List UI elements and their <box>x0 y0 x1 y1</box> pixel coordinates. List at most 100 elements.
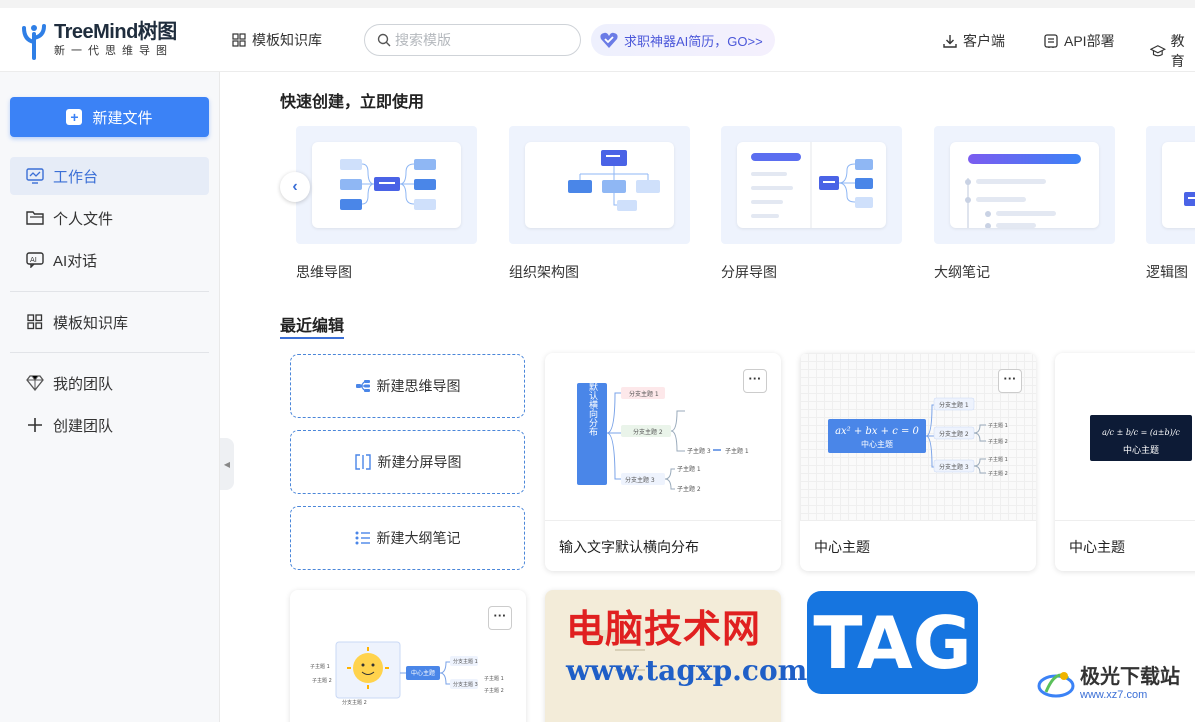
chevron-left-icon: ‹ <box>292 178 298 195</box>
edu-label: 教育 <box>1170 33 1185 69</box>
quick-create-label: 组织架构图 <box>509 264 579 280</box>
file-thumbnail: ax² + bx + c = 0 中心主题 分支主题 1 分支主题 2 分支主题… <box>800 353 1036 521</box>
thumb-center-text: 中心主题 <box>411 669 435 677</box>
file-card[interactable]: a/c ± b/c = (a±b)/c 中心主题 中心主题 <box>1055 353 1195 571</box>
sidebar-item-my-team[interactable]: 我的团队 <box>10 364 209 402</box>
thumb-sub-1: 子主题 1 <box>988 456 1008 463</box>
search-icon <box>377 33 391 47</box>
new-file-button[interactable]: + 新建文件 <box>10 97 209 137</box>
more-options-button[interactable]: ··· <box>998 369 1022 393</box>
thumb-formula: a/c ± b/c = (a±b)/c <box>1102 428 1180 437</box>
plus-file-icon: + <box>66 109 83 125</box>
recent-edits-title: 最近编辑 <box>280 318 345 335</box>
nav-templates-label: 模板知识库 <box>252 32 322 48</box>
mindmap-icon <box>355 380 370 392</box>
logo-title: TreeMind树图 <box>54 21 177 43</box>
client-download-link[interactable]: 客户端 <box>942 31 1005 51</box>
promo-banner[interactable]: 求职神器AI简历，GO>> <box>591 24 775 56</box>
tree-logo-icon <box>18 20 50 60</box>
quick-create-card-org-chart[interactable] <box>509 126 690 244</box>
api-label: API部署 <box>1064 33 1115 49</box>
edu-link[interactable]: 教育 <box>1150 31 1195 71</box>
thumb-branch-2: 分支主题 2 <box>939 430 969 438</box>
more-options-button[interactable]: ··· <box>743 369 767 393</box>
sidebar-item-label: 我的团队 <box>53 375 114 393</box>
sidebar-collapse-handle[interactable]: ◀ <box>220 438 234 490</box>
thumb-branch-2: 分支主题 2 <box>633 428 663 436</box>
sidebar-item-templates[interactable]: 模板知识库 <box>10 303 209 341</box>
quick-create-card-mindmap[interactable] <box>296 126 477 244</box>
thumb-sub-1: 子主题 1 <box>484 675 504 682</box>
thumb-sub-2: 子主题 2 <box>988 438 1008 445</box>
thumb-formula: ax² + bx + c = 0 <box>835 426 919 437</box>
file-thumbnail: 中心主题 分支主题 1 分支主题 3 子主题 1 子主题 2 子主题 1 子主题… <box>290 590 526 722</box>
window-top-strip <box>0 0 1195 8</box>
file-thumbnail: a/c ± b/c = (a±b)/c 中心主题 <box>1055 353 1195 521</box>
watermark-brand: 极光下载站 www.xz7.com <box>1036 664 1180 704</box>
new-split-map-label: 新建分屏导图 <box>377 454 462 470</box>
sidebar-item-personal-files[interactable]: 个人文件 <box>10 199 209 237</box>
aurora-logo-icon <box>1037 672 1075 698</box>
thumb-sub-2: 子主题 2 <box>484 687 504 694</box>
sidebar-item-create-team[interactable]: 创建团队 <box>10 406 209 444</box>
sidebar-divider <box>10 291 209 292</box>
quick-create-card-outline[interactable] <box>934 126 1115 244</box>
thumb-branch-1: 分支主题 1 <box>629 390 659 398</box>
plus-icon <box>28 418 42 432</box>
top-header: TreeMind树图 新一代思维导图 模板知识库 求职神器AI简历，GO>> 客… <box>0 8 1195 72</box>
quick-create-label: 分屏导图 <box>721 264 777 280</box>
thumb-branch-3: 分支主题 3 <box>625 476 655 484</box>
file-card[interactable]: ax² + bx + c = 0 中心主题 分支主题 1 分支主题 2 分支主题… <box>800 353 1036 571</box>
graduation-cap-icon <box>1150 45 1166 57</box>
sidebar-item-ai-chat[interactable]: AI AI对话 <box>10 241 209 279</box>
thumb-branch-1: 分支主题 1 <box>453 658 478 665</box>
quick-create-label: 大纲笔记 <box>934 264 990 280</box>
thumb-sub-2: 子主题 2 <box>677 485 701 493</box>
new-outline-button[interactable]: 新建大纲笔记 <box>290 506 525 570</box>
thumb-branch-1: 分支主题 1 <box>939 401 969 409</box>
file-card[interactable]: 中心主题 分支主题 1 分支主题 3 子主题 1 子主题 2 子主题 1 子主题… <box>290 590 526 722</box>
file-card[interactable]: 输入文字默认横向分布 分支主题 1 分支主题 2 分支主题 3 子主题 3 子主… <box>545 353 781 571</box>
thumb-sub-1: 子主题 1 <box>310 663 330 670</box>
nav-templates-link[interactable]: 模板知识库 <box>232 30 322 50</box>
new-mindmap-label: 新建思维导图 <box>376 378 461 394</box>
watermark-tag-logo: TAG <box>807 591 978 694</box>
sidebar-divider <box>10 352 209 353</box>
thumb-branch-3: 分支主题 3 <box>453 681 478 688</box>
more-options-button[interactable]: ··· <box>488 606 512 630</box>
sidebar-item-label: AI对话 <box>53 252 98 270</box>
search-input[interactable] <box>395 32 565 48</box>
quick-create-label: 逻辑图 <box>1146 264 1188 280</box>
list-icon <box>355 531 370 545</box>
new-file-label: 新建文件 <box>92 109 153 127</box>
new-split-map-button[interactable]: 新建分屏导图 <box>290 430 525 494</box>
watermark-site-name: 电脑技术网 <box>566 606 762 651</box>
thumb-sub-1: 子主题 1 <box>677 465 701 473</box>
search-box[interactable] <box>364 24 581 56</box>
api-deploy-link[interactable]: API部署 <box>1043 31 1115 51</box>
recent-edits-underline <box>280 337 344 339</box>
new-outline-label: 新建大纲笔记 <box>376 530 461 546</box>
file-name: 中心主题 <box>1069 539 1125 555</box>
new-mindmap-button[interactable]: 新建思维导图 <box>290 354 525 418</box>
logo-subtitle: 新一代思维导图 <box>54 45 173 57</box>
sidebar-item-workspace[interactable]: 工作台 <box>10 157 209 195</box>
logo[interactable]: TreeMind树图 新一代思维导图 <box>18 20 177 60</box>
folder-icon <box>26 211 44 225</box>
sidebar: + 新建文件 工作台 个人文件 AI AI对话 模板知识库 我的团队 创建团队 <box>0 72 220 722</box>
client-label: 客户端 <box>963 33 1005 49</box>
monitor-icon <box>26 168 44 184</box>
sidebar-item-label: 个人文件 <box>53 210 114 228</box>
heart-badge-icon <box>600 32 618 48</box>
carousel-prev-button[interactable]: ‹ <box>280 172 310 202</box>
thumb-branch-3: 分支主题 3 <box>939 463 969 471</box>
watermark-site-url: www.tagxp.com <box>566 654 808 687</box>
thumb-center-text: 中心主题 <box>1123 444 1159 456</box>
thumb-sub-1: 子主题 1 <box>988 422 1008 429</box>
sidebar-item-label: 模板知识库 <box>53 314 129 332</box>
quick-create-card-split-map[interactable] <box>721 126 902 244</box>
quick-create-card-logic[interactable] <box>1146 126 1195 244</box>
diamond-icon <box>26 375 44 391</box>
thumb-sub-2: 子主题 2 <box>312 677 332 684</box>
thumb-sub-3: 子主题 3 <box>687 447 711 455</box>
